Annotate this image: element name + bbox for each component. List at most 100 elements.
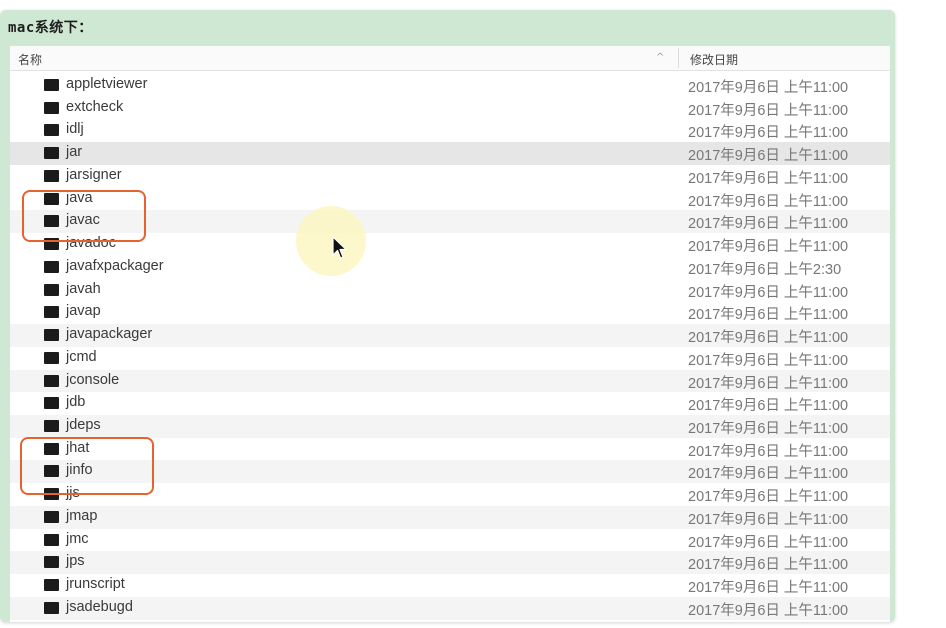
file-name: javap — [66, 303, 101, 320]
file-modified-date: 2017年9月6日 上午11:00 — [688, 534, 849, 551]
terminal-executable-icon — [44, 192, 59, 205]
file-modified-date: 2017年9月6日 上午11:00 — [688, 330, 849, 347]
file-row-javac[interactable]: javac 2017年9月6日 上午11:00 — [10, 210, 890, 234]
file-row-java[interactable]: java 2017年9月6日 上午11:00 — [10, 188, 890, 211]
file-modified-date: 2017年9月6日 上午11:00 — [688, 557, 849, 574]
file-name: jrunscript — [66, 576, 125, 593]
file-modified-date: 2017年9月6日 上午2:30 — [688, 261, 842, 278]
file-name: javafxpackager — [66, 257, 164, 274]
file-modified-date: 2017年9月6日 上午11:00 — [688, 398, 849, 415]
file-row-extcheck[interactable]: extcheck 2017年9月6日 上午11:00 — [10, 97, 890, 120]
file-name: jhat — [66, 439, 90, 456]
terminal-executable-icon — [44, 215, 59, 228]
file-modified-date: 2017年9月6日 上午11:00 — [688, 489, 849, 506]
file-name: javapackager — [66, 326, 153, 343]
file-name: jmap — [66, 507, 98, 524]
file-name: jinfo — [66, 462, 93, 479]
file-row-jjs[interactable]: jjs 2017年9月6日 上午11:00 — [10, 483, 890, 506]
panel-title: mac系统下： — [8, 20, 93, 36]
terminal-executable-icon — [44, 351, 59, 364]
terminal-executable-icon — [44, 579, 59, 592]
file-row-appletviewer[interactable]: appletviewer 2017年9月6日 上午11:00 — [10, 74, 890, 97]
file-modified-date: 2017年9月6日 上午11:00 — [688, 307, 849, 324]
file-row-jinfo[interactable]: jinfo 2017年9月6日 上午11:00 — [10, 460, 890, 484]
file-modified-date: 2017年9月6日 上午11:00 — [688, 511, 849, 528]
file-row-javafxpackager[interactable]: javafxpackager 2017年9月6日 上午2:30 — [10, 256, 890, 279]
terminal-executable-icon — [44, 465, 59, 478]
file-row-jconsole[interactable]: jconsole 2017年9月6日 上午11:00 — [10, 369, 890, 393]
file-modified-date: 2017年9月6日 上午11:00 — [688, 216, 849, 233]
file-row-jrunscript[interactable]: jrunscript 2017年9月6日 上午11:00 — [10, 574, 890, 597]
file-name: jjs — [66, 485, 80, 502]
terminal-executable-icon — [44, 260, 59, 273]
column-header-date[interactable]: 修改日期 — [690, 51, 738, 68]
column-header-name[interactable]: 名称 — [18, 51, 42, 68]
file-name: jps — [66, 553, 85, 570]
file-row-javadoc[interactable]: javadoc 2017年9月6日 上午11:00 — [10, 233, 890, 256]
file-name: jcmd — [66, 348, 97, 365]
terminal-executable-icon — [44, 442, 59, 455]
file-name: jdb — [66, 394, 86, 411]
file-rows: appletviewer 2017年9月6日 上午11:00 extcheck 20… — [10, 74, 890, 620]
terminal-executable-icon — [44, 397, 59, 410]
terminal-executable-icon — [44, 238, 59, 251]
terminal-executable-icon — [44, 79, 59, 91]
terminal-executable-icon — [44, 124, 59, 137]
file-name: jdeps — [66, 417, 101, 434]
file-name: jarsigner — [66, 166, 122, 183]
mouse-pointer-icon — [332, 236, 347, 259]
file-row-jdeps[interactable]: jdeps 2017年9月6日 上午11:00 — [10, 415, 890, 438]
terminal-executable-icon — [44, 533, 59, 546]
file-modified-date: 2017年9月6日 上午11:00 — [688, 239, 849, 256]
file-modified-date: 2017年9月6日 上午11:00 — [688, 466, 849, 483]
file-row-idlj[interactable]: idlj 2017年9月6日 上午11:00 — [10, 119, 890, 142]
file-name: jconsole — [66, 371, 120, 388]
terminal-executable-icon — [44, 510, 59, 523]
file-row-javah[interactable]: javah 2017年9月6日 上午11:00 — [10, 279, 890, 302]
file-row-jsadebugd[interactable]: jsadebugd 2017年9月6日 上午11:00 — [10, 596, 890, 620]
file-modified-date: 2017年9月6日 上午11:00 — [688, 421, 849, 438]
sort-ascending-icon[interactable]: ^ — [656, 52, 664, 63]
file-modified-date: 2017年9月6日 上午11:00 — [688, 125, 849, 142]
code-block-panel: mac系统下： 名称 ^ 修改日期 appletviewer 2017年9月6日 … — [0, 10, 895, 622]
terminal-executable-icon — [44, 488, 59, 501]
file-row-jhat[interactable]: jhat 2017年9月6日 上午11:00 — [10, 438, 890, 461]
file-row-javapackager[interactable]: javapackager 2017年9月6日 上午11:00 — [10, 324, 890, 347]
terminal-executable-icon — [44, 420, 59, 433]
file-row-jmap[interactable]: jmap 2017年9月6日 上午11:00 — [10, 505, 890, 529]
file-row-jarsigner[interactable]: jarsigner 2017年9月6日 上午11:00 — [10, 165, 890, 188]
file-name: jar — [66, 144, 83, 161]
terminal-executable-icon — [44, 329, 59, 342]
file-name: jmc — [66, 530, 89, 547]
file-name: idlj — [66, 121, 84, 138]
column-divider[interactable] — [678, 48, 679, 68]
file-row-jar[interactable]: jar 2017年9月6日 上午11:00 — [10, 142, 890, 165]
file-row-jdb[interactable]: jdb 2017年9月6日 上午11:00 — [10, 392, 890, 415]
file-name: extcheck — [66, 98, 124, 115]
file-name: appletviewer — [66, 76, 148, 92]
file-row-javap[interactable]: javap 2017年9月6日 上午11:00 — [10, 301, 890, 324]
terminal-executable-icon — [44, 306, 59, 319]
terminal-executable-icon — [44, 601, 59, 614]
file-modified-date: 2017年9月6日 上午11:00 — [688, 580, 849, 597]
file-modified-date: 2017年9月6日 上午11:00 — [688, 443, 849, 460]
file-name: javadoc — [66, 235, 116, 252]
file-modified-date: 2017年9月6日 上午11:00 — [688, 148, 849, 165]
finder-file-list: 名称 ^ 修改日期 appletviewer 2017年9月6日 上午11:00 … — [10, 46, 890, 622]
file-row-jcmd[interactable]: jcmd 2017年9月6日 上午11:00 — [10, 347, 890, 370]
terminal-executable-icon — [44, 283, 59, 296]
file-modified-date: 2017年9月6日 上午11:00 — [688, 284, 849, 301]
file-name: javac — [66, 212, 100, 229]
file-modified-date: 2017年9月6日 上午11:00 — [688, 602, 849, 619]
terminal-executable-icon — [44, 556, 59, 569]
file-modified-date: 2017年9月6日 上午11:00 — [688, 80, 849, 96]
file-name: javah — [66, 280, 101, 297]
terminal-executable-icon — [44, 169, 59, 182]
file-modified-date: 2017年9月6日 上午11:00 — [688, 102, 849, 119]
terminal-executable-icon — [44, 147, 59, 160]
file-modified-date: 2017年9月6日 上午11:00 — [688, 352, 849, 369]
file-name: jsadebugd — [66, 598, 133, 615]
terminal-executable-icon — [44, 374, 59, 387]
file-row-jps[interactable]: jps 2017年9月6日 上午11:00 — [10, 551, 890, 575]
file-row-jmc[interactable]: jmc 2017年9月6日 上午11:00 — [10, 529, 890, 552]
